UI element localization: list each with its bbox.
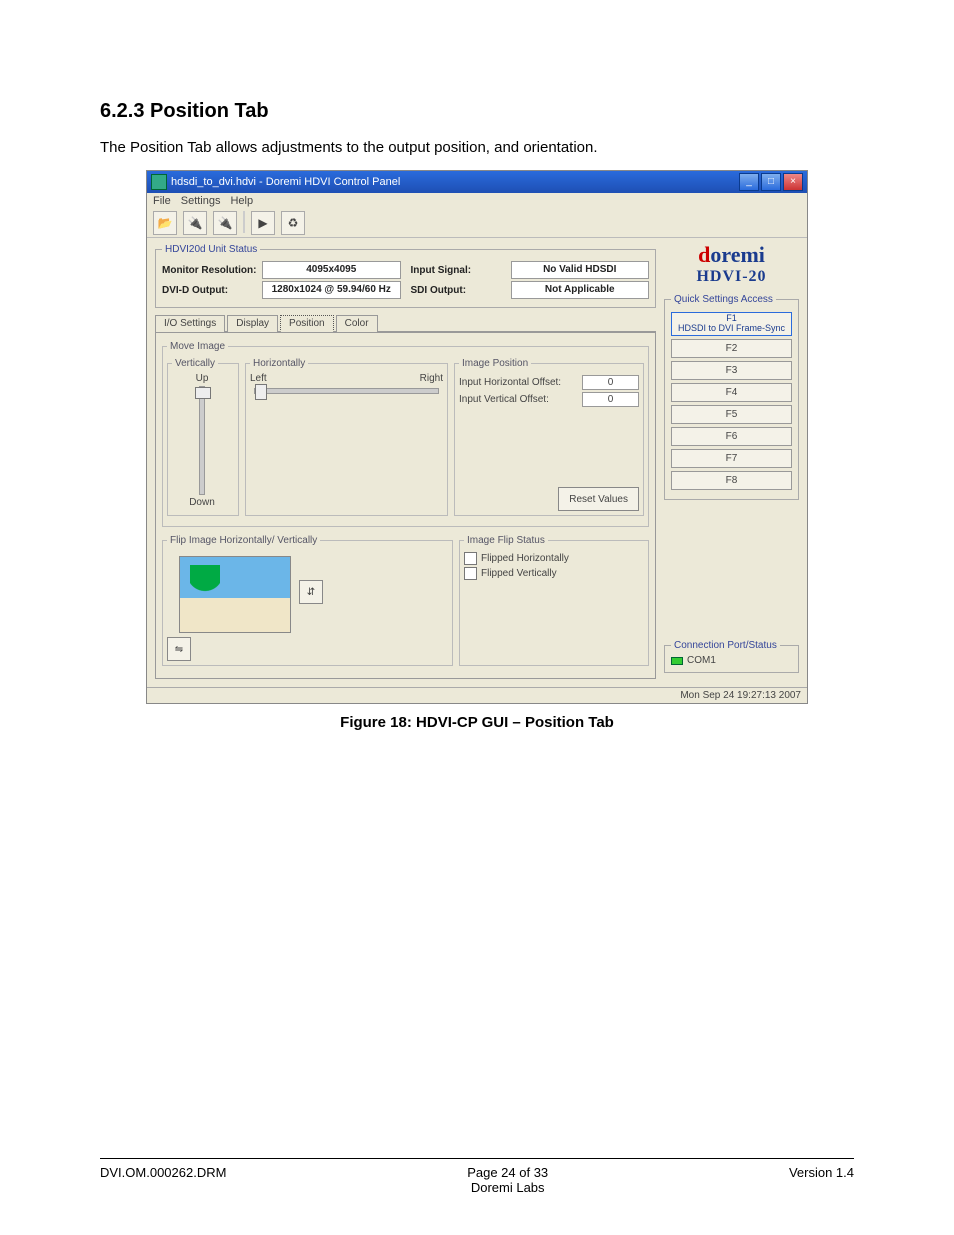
monitor-resolution-value: 4095x4095 [262, 261, 401, 279]
toolbar: 📂 🔌 🔌 ▶ ♻ [147, 209, 807, 238]
flipped-horizontally-checkbox[interactable] [464, 552, 477, 565]
flip-horizontal-button[interactable]: ⇋ [167, 637, 191, 661]
tab-position[interactable]: Position [280, 315, 334, 332]
quick-settings-legend: Quick Settings Access [671, 294, 776, 305]
input-horizontal-offset-label: Input Horizontal Offset: [459, 377, 578, 388]
image-position-legend: Image Position [459, 358, 531, 369]
vertical-slider[interactable] [199, 386, 205, 495]
tab-io-settings[interactable]: I/O Settings [155, 315, 225, 332]
vertical-legend: Vertically [172, 358, 218, 369]
input-signal-label: Input Signal: [411, 265, 511, 276]
image-flip-status-legend: Image Flip Status [464, 535, 548, 546]
toolbar-send-icon[interactable]: ▶ [251, 211, 275, 235]
monitor-resolution-label: Monitor Resolution: [162, 265, 262, 276]
image-flip-status-group: Image Flip Status Flipped Horizontally F… [459, 535, 649, 666]
flipped-vertically-label: Flipped Vertically [481, 568, 557, 579]
horizontal-left-label: Left [250, 373, 267, 384]
toolbar-open-icon[interactable]: 📂 [153, 211, 177, 235]
tab-color[interactable]: Color [336, 315, 378, 332]
tab-strip: I/O Settings Display Position Color [155, 314, 656, 332]
horizontal-slider[interactable] [254, 388, 439, 394]
connection-led-icon [671, 657, 683, 665]
horizontal-right-label: Right [420, 373, 443, 384]
sdi-output-value: Not Applicable [511, 281, 650, 299]
page-footer: DVI.OM.000262.DRM Page 24 of 33 Doremi L… [100, 1158, 854, 1195]
window-close-button[interactable]: × [783, 173, 803, 191]
footer-version: Version 1.4 [789, 1165, 854, 1195]
brand-logo: doremi HDVI-20 [664, 242, 799, 286]
move-image-legend: Move Image [167, 341, 228, 352]
reset-values-button[interactable]: Reset Values [558, 487, 639, 511]
quick-f4-button[interactable]: F4 [671, 383, 792, 402]
flipped-horizontally-label: Flipped Horizontally [481, 553, 569, 564]
quick-f7-button[interactable]: F7 [671, 449, 792, 468]
flip-image-group: Flip Image Horizontally/ Vertically ⇋ ⇵ [162, 535, 453, 666]
quick-f1-button[interactable]: F1 HDSDI to DVI Frame-Sync [671, 312, 792, 336]
quick-f6-button[interactable]: F6 [671, 427, 792, 446]
toolbar-connect-icon[interactable]: 🔌 [183, 211, 207, 235]
horizontal-group: Horizontally Left Right [245, 358, 448, 516]
flip-image-legend: Flip Image Horizontally/ Vertically [167, 535, 320, 546]
tab-display[interactable]: Display [227, 315, 278, 332]
window-titlebar: hdsdi_to_dvi.hdvi - Doremi HDVI Control … [147, 171, 807, 193]
horizontal-legend: Horizontally [250, 358, 308, 369]
quick-settings-group: Quick Settings Access F1 HDSDI to DVI Fr… [664, 294, 799, 500]
section-heading: 6.2.3 Position Tab [100, 100, 854, 123]
vertical-slider-thumb[interactable] [195, 387, 211, 399]
toolbar-refresh-icon[interactable]: ♻ [281, 211, 305, 235]
unit-status-group: HDVI20d Unit Status Monitor Resolution: … [155, 244, 656, 308]
menu-file[interactable]: File [153, 195, 171, 207]
window-maximize-button[interactable]: □ [761, 173, 781, 191]
connection-port-value: COM1 [687, 655, 716, 666]
dvi-d-output-value: 1280x1024 @ 59.94/60 Hz [262, 281, 401, 299]
input-vertical-offset-value[interactable]: 0 [582, 392, 639, 407]
quick-f3-button[interactable]: F3 [671, 361, 792, 380]
sdi-output-label: SDI Output: [411, 285, 511, 296]
statusbar-timestamp: Mon Sep 24 19:27:13 2007 [147, 687, 807, 703]
flip-vertical-button[interactable]: ⇵ [299, 580, 323, 604]
flip-preview-image [179, 556, 291, 633]
section-intro-text: The Position Tab allows adjustments to t… [100, 139, 854, 156]
input-vertical-offset-label: Input Vertical Offset: [459, 394, 578, 405]
image-position-group: Image Position Input Horizontal Offset: … [454, 358, 644, 516]
quick-f5-button[interactable]: F5 [671, 405, 792, 424]
footer-doc-id: DVI.OM.000262.DRM [100, 1165, 226, 1195]
tab-body-position: Move Image Vertically Up Down [155, 332, 656, 679]
quick-f8-button[interactable]: F8 [671, 471, 792, 490]
input-signal-value: No Valid HDSDI [511, 261, 650, 279]
vertical-down-label: Down [189, 497, 215, 508]
vertical-up-label: Up [196, 373, 209, 384]
horizontal-slider-thumb[interactable] [255, 384, 267, 400]
app-window: hdsdi_to_dvi.hdvi - Doremi HDVI Control … [146, 170, 808, 704]
footer-company: Doremi Labs [471, 1180, 545, 1195]
menu-settings[interactable]: Settings [181, 195, 221, 207]
window-minimize-button[interactable]: _ [739, 173, 759, 191]
move-image-group: Move Image Vertically Up Down [162, 341, 649, 527]
toolbar-disconnect-icon[interactable]: 🔌 [213, 211, 237, 235]
menu-help[interactable]: Help [230, 195, 253, 207]
app-icon [151, 174, 167, 190]
footer-page-number: Page 24 of 33 [467, 1165, 548, 1180]
toolbar-separator [243, 211, 245, 233]
unit-status-legend: HDVI20d Unit Status [162, 244, 260, 255]
menubar: File Settings Help [147, 193, 807, 209]
flipped-vertically-checkbox[interactable] [464, 567, 477, 580]
connection-status-group: Connection Port/Status COM1 [664, 640, 799, 673]
connection-status-legend: Connection Port/Status [671, 640, 780, 651]
input-horizontal-offset-value[interactable]: 0 [582, 375, 639, 390]
window-title: hdsdi_to_dvi.hdvi - Doremi HDVI Control … [171, 176, 400, 188]
dvi-d-output-label: DVI-D Output: [162, 285, 262, 296]
quick-f2-button[interactable]: F2 [671, 339, 792, 358]
vertical-group: Vertically Up Down [167, 358, 239, 516]
figure-caption: Figure 18: HDVI-CP GUI – Position Tab [100, 714, 854, 731]
